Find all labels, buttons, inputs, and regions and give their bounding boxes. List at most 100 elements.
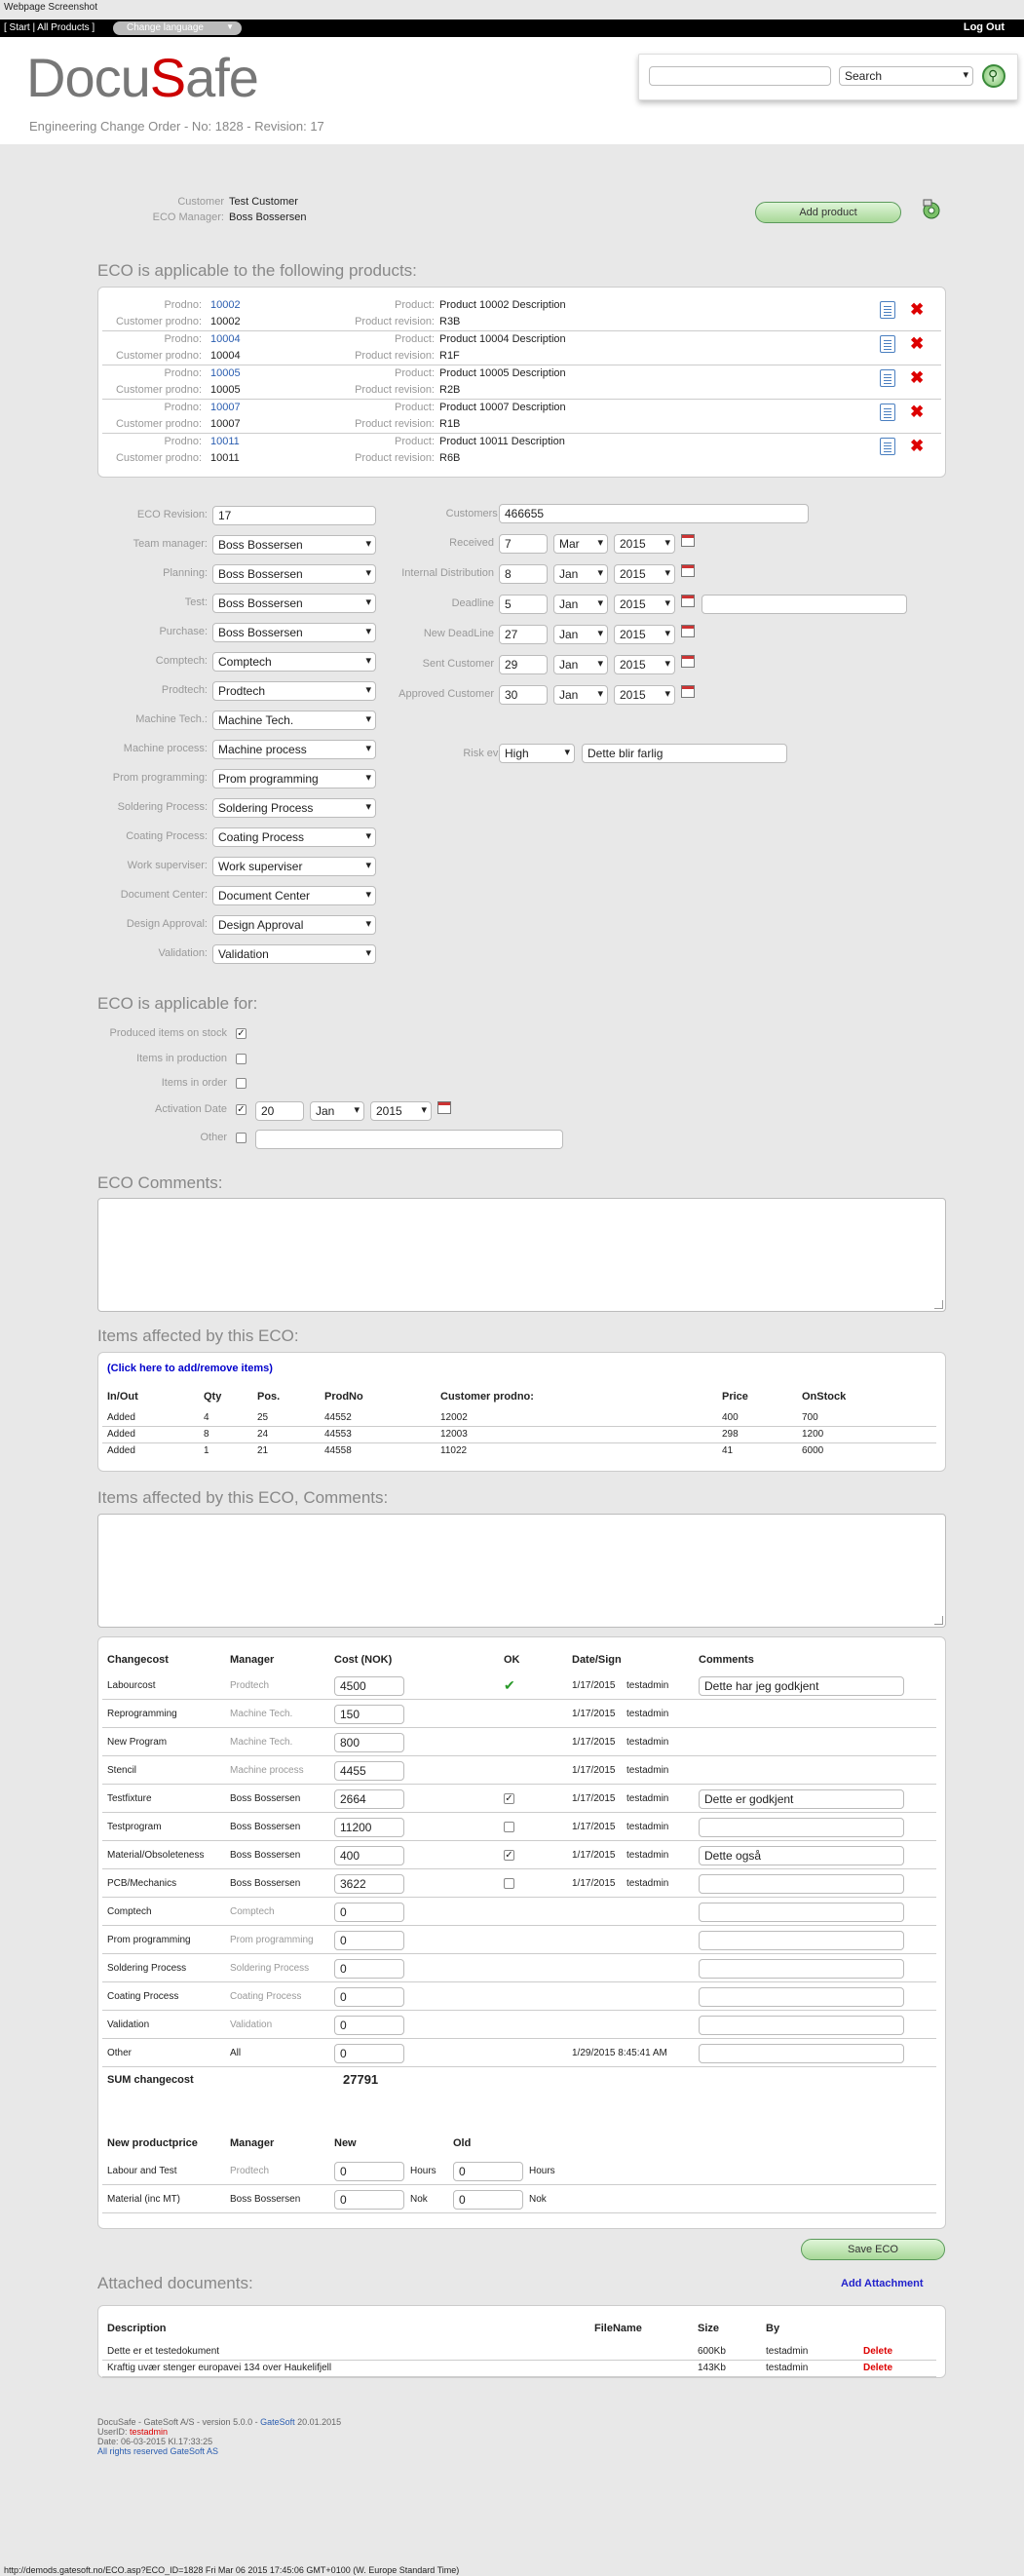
price-new-input[interactable]: 0 [334, 2190, 404, 2210]
attachment-description-link[interactable]: Kraftig uvær stenger europavei 134 over … [107, 2363, 331, 2373]
price-old-input[interactable]: 0 [453, 2190, 523, 2210]
form-select[interactable]: Machine Tech. [212, 711, 376, 730]
delete-attachment-link[interactable]: Delete [863, 2363, 892, 2373]
form-select[interactable]: Boss Bossersen [212, 594, 376, 613]
other-input[interactable] [255, 1130, 563, 1149]
calendar-icon[interactable] [681, 534, 695, 547]
ok-checkbox[interactable]: ✓ [504, 1793, 514, 1804]
cost-input[interactable]: 0 [334, 1931, 404, 1950]
applicable-checkbox[interactable]: ✓ [236, 1028, 247, 1039]
eco-comments-textarea[interactable] [97, 1198, 946, 1312]
date-month-select[interactable]: Jan [553, 595, 608, 614]
document-icon[interactable] [880, 369, 895, 387]
document-icon[interactable] [880, 335, 895, 353]
applicable-checkbox[interactable] [236, 1133, 247, 1143]
comment-input[interactable] [699, 1959, 904, 1979]
delete-icon[interactable]: ✖ [910, 369, 924, 387]
calendar-icon[interactable] [681, 655, 695, 668]
form-select[interactable]: Machine process [212, 740, 376, 759]
cost-input[interactable]: 0 [334, 2016, 404, 2035]
applicable-checkbox[interactable] [236, 1054, 247, 1064]
form-select[interactable]: Document Center [212, 886, 376, 905]
product-tool-icon[interactable] [920, 198, 943, 221]
form-select[interactable]: Design Approval [212, 915, 376, 935]
date-year-select[interactable]: 2015 [614, 534, 675, 554]
add-attachment-link[interactable]: Add Attachment [841, 2278, 924, 2289]
comment-input[interactable] [699, 1931, 904, 1950]
price-old-input[interactable]: 0 [453, 2162, 523, 2181]
save-eco-button[interactable]: Save ECO [801, 2239, 945, 2260]
date-day-input[interactable]: 7 [499, 534, 548, 554]
comment-input[interactable] [699, 1903, 904, 1922]
ok-checkbox[interactable] [504, 1822, 514, 1832]
items-comments-textarea[interactable] [97, 1514, 946, 1628]
ok-checkbox[interactable]: ✓ [504, 1850, 514, 1861]
date-year-select[interactable]: 2015 [614, 564, 675, 584]
form-select[interactable]: Boss Bossersen [212, 623, 376, 642]
activation-month-select[interactable]: Jan [310, 1101, 364, 1121]
prodno-link[interactable]: 10005 [210, 367, 241, 379]
date-month-select[interactable]: Jan [553, 685, 608, 705]
form-select[interactable]: Validation [212, 944, 376, 964]
search-button[interactable]: ⚲ [982, 64, 1005, 88]
footer-gatesoft-link[interactable]: GateSoft [260, 2417, 295, 2427]
document-icon[interactable] [880, 404, 895, 421]
date-month-select[interactable]: Jan [553, 564, 608, 584]
customers-econo-input[interactable]: 466655 [499, 504, 809, 523]
form-select[interactable]: Comptech [212, 652, 376, 672]
applicable-checkbox[interactable]: ✓ [236, 1104, 247, 1115]
cost-input[interactable]: 4500 [334, 1676, 404, 1696]
add-remove-items-link[interactable]: (Click here to add/remove items) [107, 1363, 273, 1374]
prodno-link[interactable]: 10004 [210, 333, 241, 345]
form-input[interactable]: 17 [212, 506, 376, 525]
comment-input[interactable] [699, 1818, 904, 1837]
comment-input[interactable] [699, 2044, 904, 2063]
activation-day-input[interactable]: 20 [255, 1101, 304, 1121]
form-select[interactable]: Prodtech [212, 681, 376, 701]
delete-icon[interactable]: ✖ [910, 335, 924, 353]
logout-link[interactable]: Log Out [964, 21, 1005, 33]
calendar-icon[interactable] [681, 625, 695, 637]
form-select[interactable]: Coating Process [212, 827, 376, 847]
delete-attachment-link[interactable]: Delete [863, 2346, 892, 2357]
calendar-icon[interactable] [681, 564, 695, 577]
delete-icon[interactable]: ✖ [910, 404, 924, 421]
delete-icon[interactable]: ✖ [910, 301, 924, 319]
cost-input[interactable]: 0 [334, 1903, 404, 1922]
document-icon[interactable] [880, 301, 895, 319]
form-select[interactable]: Boss Bossersen [212, 535, 376, 555]
add-product-button[interactable]: Add product [755, 202, 901, 223]
date-year-select[interactable]: 2015 [614, 595, 675, 614]
date-day-input[interactable]: 5 [499, 595, 548, 614]
top-nav-links[interactable]: [ Start | All Products ] [4, 22, 95, 33]
applicable-checkbox[interactable] [236, 1078, 247, 1089]
form-select[interactable]: Boss Bossersen [212, 564, 376, 584]
form-select[interactable]: Soldering Process [212, 798, 376, 818]
calendar-icon[interactable] [681, 685, 695, 698]
docusafe-logo[interactable]: DocuSafe [26, 47, 259, 109]
search-type-select[interactable]: Search [839, 66, 973, 86]
cost-input[interactable]: 800 [334, 1733, 404, 1752]
document-icon[interactable] [880, 438, 895, 455]
comment-input[interactable] [699, 2016, 904, 2035]
cost-input[interactable]: 0 [334, 1959, 404, 1979]
cost-input[interactable]: 0 [334, 2044, 404, 2063]
date-day-input[interactable]: 8 [499, 564, 548, 584]
activation-year-select[interactable]: 2015 [370, 1101, 432, 1121]
date-day-input[interactable]: 29 [499, 655, 548, 674]
prodno-link[interactable]: 10007 [210, 402, 241, 413]
comment-input[interactable] [699, 1874, 904, 1894]
cost-input[interactable]: 2664 [334, 1789, 404, 1809]
language-selector[interactable]: Change language ▼ [113, 21, 242, 35]
comment-input[interactable]: Dette har jeg godkjent [699, 1676, 904, 1696]
attachment-description-link[interactable]: Dette er et testedokument [107, 2346, 219, 2357]
cost-input[interactable]: 400 [334, 1846, 404, 1865]
form-select[interactable]: Work superviser [212, 857, 376, 876]
activation-calendar-icon[interactable] [437, 1101, 451, 1114]
deadline-comment-input[interactable] [702, 595, 907, 614]
form-select[interactable]: Prom programming [212, 769, 376, 788]
date-day-input[interactable]: 30 [499, 685, 548, 705]
cost-input[interactable]: 11200 [334, 1818, 404, 1837]
date-year-select[interactable]: 2015 [614, 655, 675, 674]
prodno-link[interactable]: 10011 [210, 436, 240, 447]
